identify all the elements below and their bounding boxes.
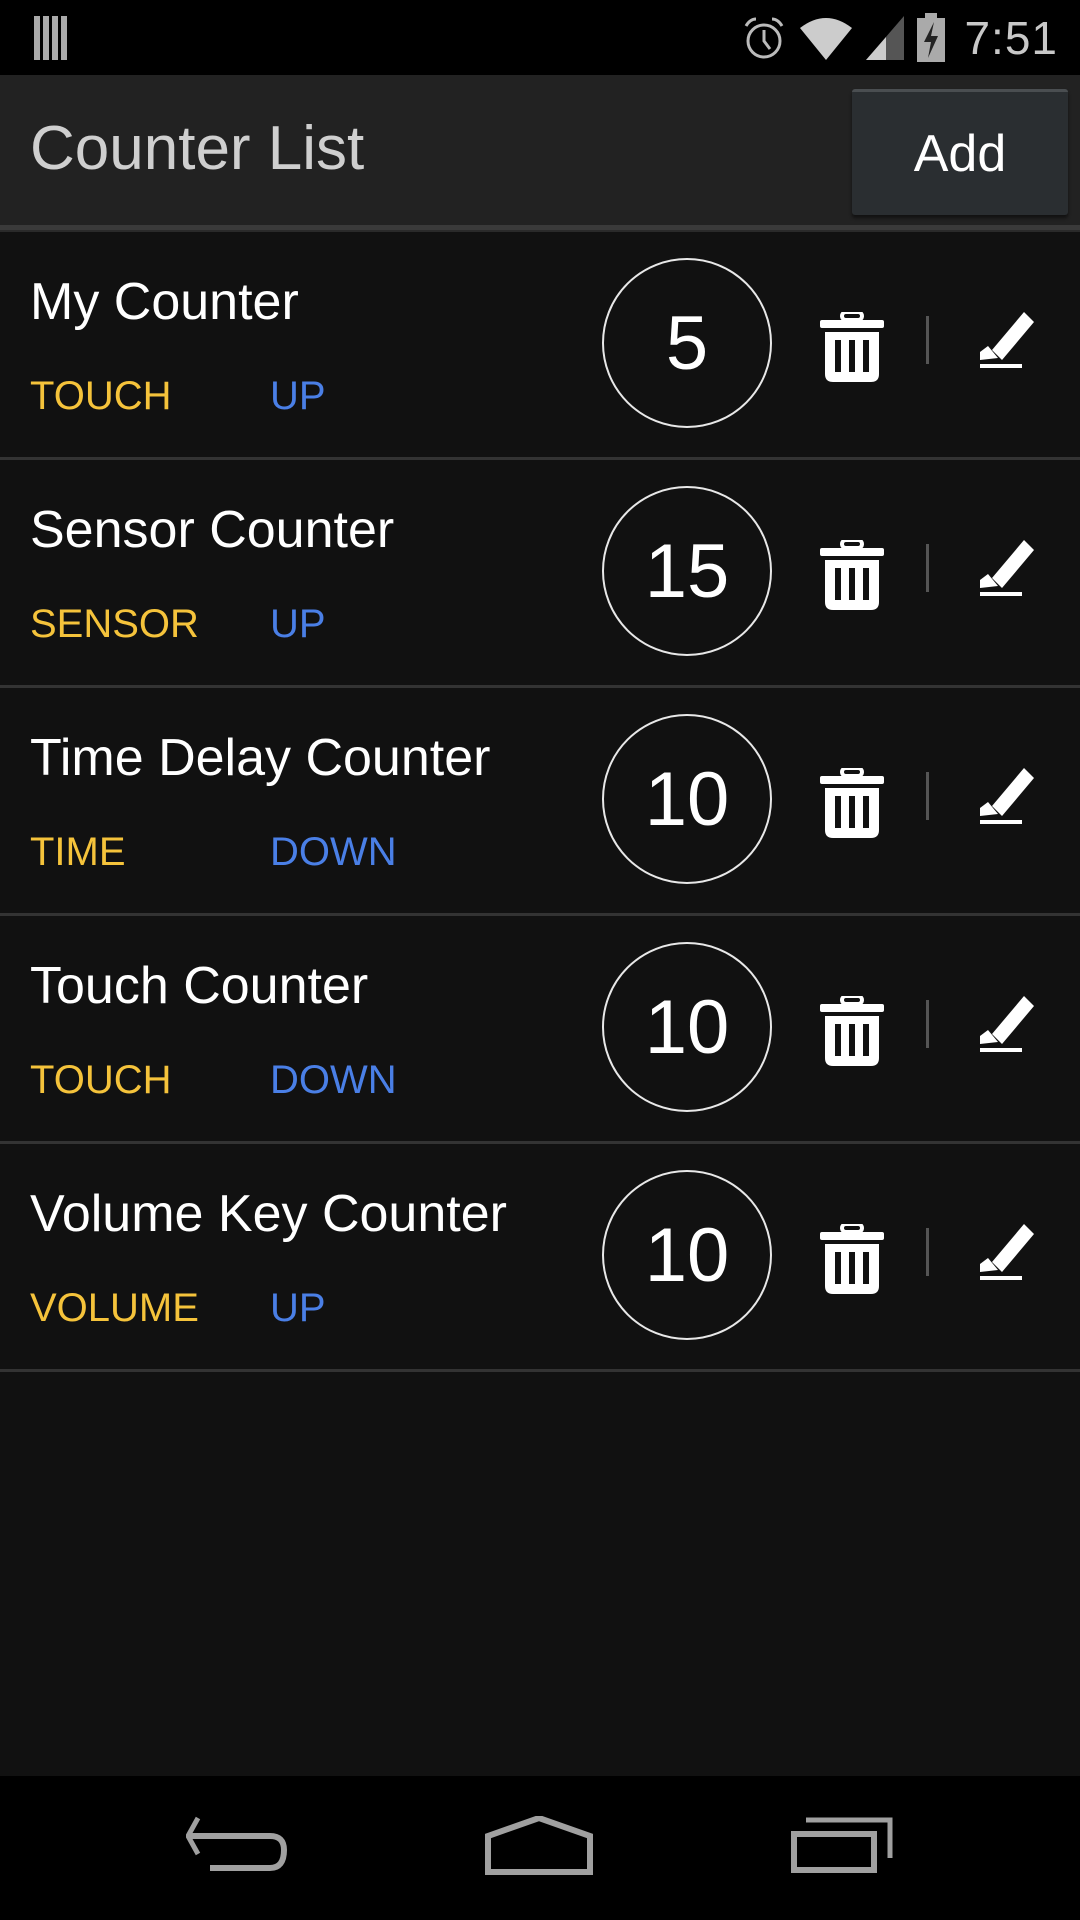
status-bar: 7:51 (0, 0, 1080, 75)
pencil-icon[interactable] (978, 536, 1038, 600)
counter-direction: UP (270, 1286, 326, 1330)
counter-value-button[interactable]: 10 (602, 1170, 772, 1340)
counter-type: TIME (30, 830, 126, 874)
counter-value-button[interactable]: 10 (602, 714, 772, 884)
trash-icon[interactable] (820, 540, 884, 610)
counter-name: Sensor Counter (30, 501, 395, 559)
action-bar-divider (0, 225, 1080, 232)
counter-type: VOLUME (30, 1286, 199, 1330)
wifi-icon (800, 18, 853, 60)
status-time: 7:51 (964, 12, 1058, 64)
counter-row[interactable]: My Counter TOUCH UP 5 (0, 232, 1080, 460)
counter-direction: DOWN (270, 830, 397, 874)
action-separator (926, 544, 929, 592)
counter-type: TOUCH (30, 374, 172, 418)
counter-row[interactable]: Volume Key Counter VOLUME UP 10 (0, 1144, 1080, 1372)
counter-type: TOUCH (30, 1058, 172, 1102)
trash-icon[interactable] (820, 768, 884, 838)
alarm-icon (745, 17, 784, 59)
notification-stack-icon (34, 16, 67, 60)
counter-value-button[interactable]: 5 (602, 258, 772, 428)
counter-name: Time Delay Counter (30, 729, 491, 787)
trash-icon[interactable] (820, 312, 884, 382)
page-title: Counter List (30, 114, 365, 183)
action-separator (926, 1000, 929, 1048)
counter-name: Touch Counter (30, 957, 369, 1015)
counter-list: My Counter TOUCH UP 5 Sensor Counter SEN… (0, 232, 1080, 1372)
counter-row[interactable]: Touch Counter TOUCH DOWN 10 (0, 916, 1080, 1144)
counter-direction: UP (270, 374, 326, 418)
trash-icon[interactable] (820, 996, 884, 1066)
counter-type: SENSOR (30, 602, 199, 646)
trash-icon[interactable] (820, 1224, 884, 1294)
recents-icon[interactable] (790, 1816, 894, 1876)
battery-charging-icon (917, 13, 946, 62)
counter-row[interactable]: Sensor Counter SENSOR UP 15 (0, 460, 1080, 688)
action-separator (926, 316, 929, 364)
counter-value-button[interactable]: 15 (602, 486, 772, 656)
add-counter-button[interactable]: Add (852, 89, 1068, 215)
navigation-bar (0, 1776, 1080, 1920)
counter-direction: UP (270, 602, 326, 646)
action-bar: Counter List Add (0, 75, 1080, 225)
counter-value-button[interactable]: 10 (602, 942, 772, 1112)
pencil-icon[interactable] (978, 308, 1038, 372)
pencil-icon[interactable] (978, 1220, 1038, 1284)
counter-direction: DOWN (270, 1058, 397, 1102)
action-separator (926, 772, 929, 820)
counter-name: My Counter (30, 273, 299, 331)
home-icon[interactable] (484, 1816, 594, 1876)
counter-name: Volume Key Counter (30, 1185, 507, 1243)
pencil-icon[interactable] (978, 764, 1038, 828)
counter-row[interactable]: Time Delay Counter TIME DOWN 10 (0, 688, 1080, 916)
pencil-icon[interactable] (978, 992, 1038, 1056)
back-icon[interactable] (186, 1816, 290, 1876)
signal-icon (866, 16, 905, 60)
action-separator (926, 1228, 929, 1276)
